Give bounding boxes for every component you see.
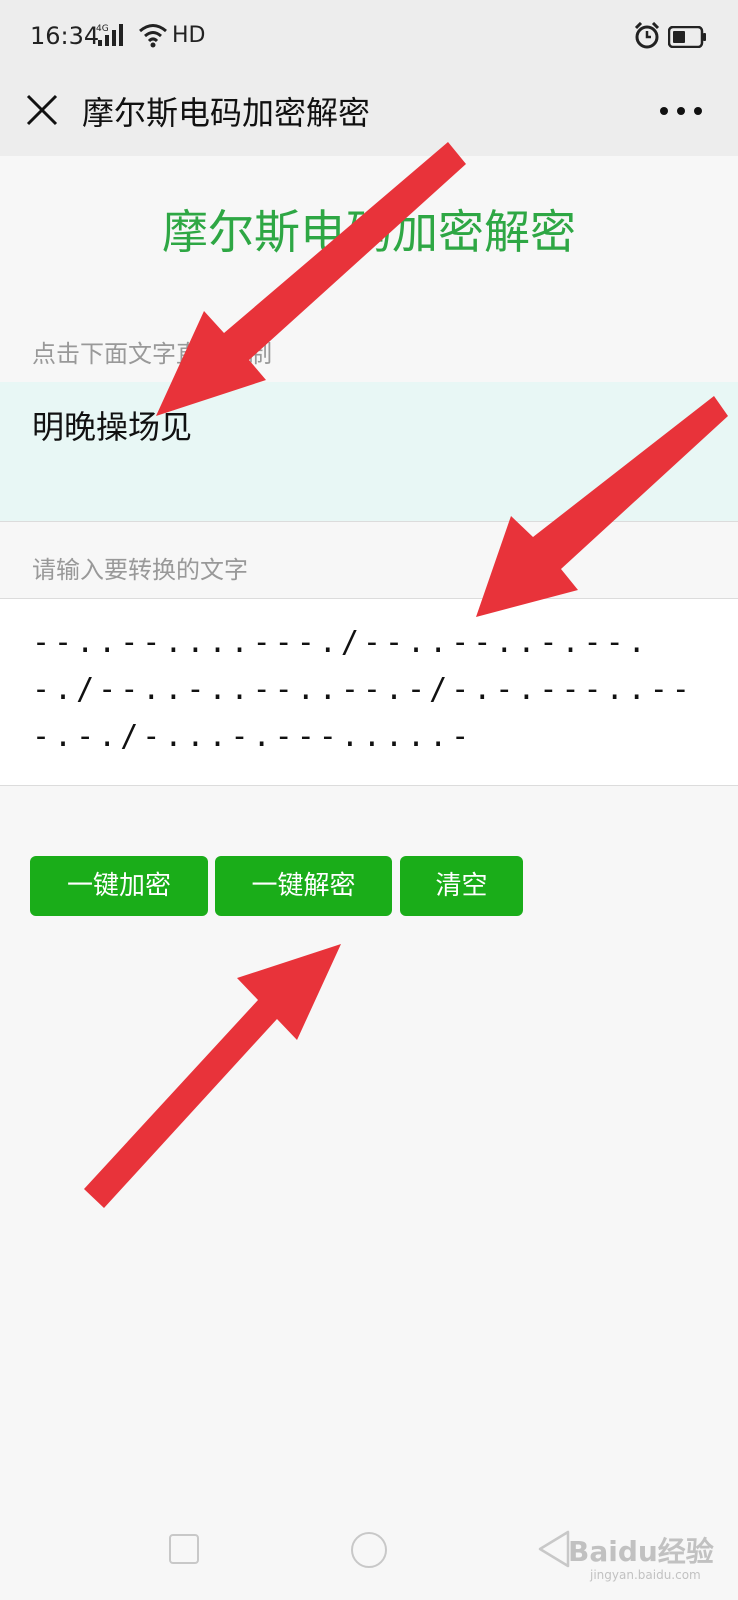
encrypt-button[interactable]: 一键加密 [30,856,208,916]
annotation-arrow-3 [84,944,341,1208]
morse-input-field[interactable]: --..--....---./--..--..-.--.-./--..-..--… [0,598,738,786]
copy-hint: 点击下面文字直接复制 [32,340,272,368]
battery-icon [667,25,708,52]
page-title: 摩尔斯电码加密解密 [82,94,371,132]
result-box[interactable]: 明晚操场见 [0,382,738,522]
home-icon[interactable] [351,1532,387,1568]
result-text[interactable]: 明晚操场见 [32,402,192,448]
clear-button[interactable]: 清空 [400,856,523,916]
main-heading: 摩尔斯电码加密解密 [162,205,576,259]
status-time: 16:34 [30,22,100,50]
wifi-icon [138,22,168,52]
watermark-logo: Baidu经验 [568,1535,714,1568]
morse-input-value[interactable]: --..--....---./--..--..-.--.-./--..-..--… [32,619,712,760]
close-icon[interactable] [22,90,62,130]
signal-icon: 4G [96,22,132,52]
more-icon[interactable] [656,96,706,126]
back-icon[interactable] [538,1530,572,1572]
decrypt-button[interactable]: 一键解密 [215,856,392,916]
annotation-arrow-1 [156,142,466,416]
title-bar: 摩尔斯电码加密解密 [0,72,738,156]
status-bar: 16:34 4G HD [0,0,738,72]
hd-badge: HD [172,23,206,48]
svg-text:4G: 4G [96,24,109,34]
watermark-url: jingyan.baidu.com [590,1568,701,1582]
input-hint: 请输入要转换的文字 [32,556,248,584]
recent-apps-icon[interactable] [169,1534,199,1564]
alarm-icon [634,21,660,54]
